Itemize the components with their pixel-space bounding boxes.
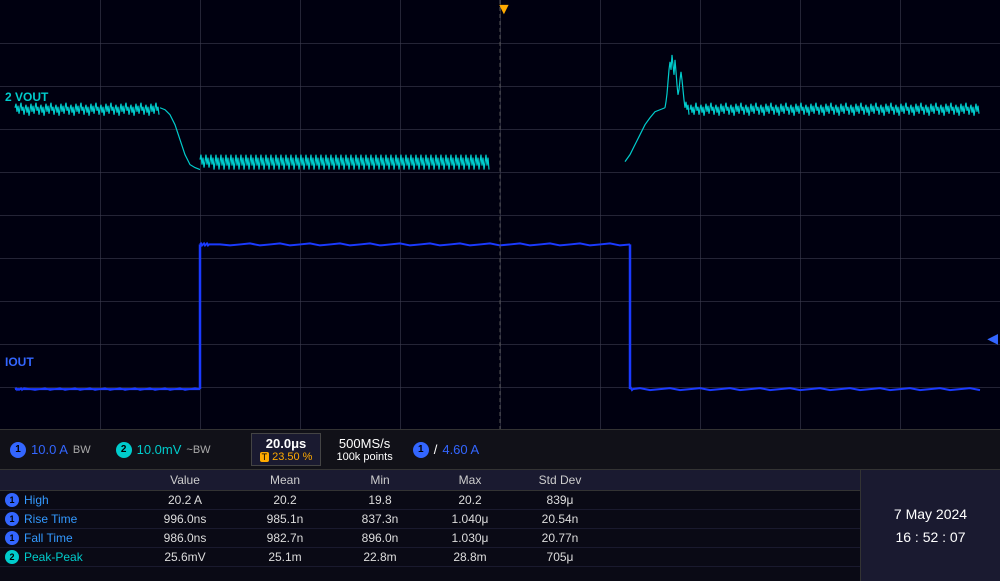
sample-info: 500MS/s 100k points (336, 436, 392, 463)
trigger-marker-text: ▼ (496, 1, 512, 18)
high-value: 20.2 A (135, 493, 235, 507)
stats-metric-rise: Rise Time (24, 512, 77, 526)
ch1-waveform-low-right (630, 388, 980, 390)
ch1-info: 1 10.0 A BW (10, 442, 91, 458)
datetime-display: 7 May 2024 16 : 52 : 07 (894, 503, 967, 548)
pp-value: 25.6mV (135, 550, 235, 564)
sample-rate: 500MS/s (339, 436, 390, 451)
high-stddev: 839μ (515, 493, 605, 507)
ch1-dot-fall: 1 (5, 531, 19, 545)
rise-mean: 985.1n (235, 512, 335, 526)
col-header-stddev: Std Dev (515, 473, 605, 487)
ch2-scale[interactable]: 10.0mV (137, 442, 182, 457)
time-div-info: 20.0μs T 23.50 % (251, 433, 322, 466)
stats-label-pp: 2 Peak-Peak (5, 550, 135, 564)
ch2-bw: ~BW (186, 444, 210, 456)
oscilloscope: ▼ 2 VOUT IOUT ◀ 1 10.0 A BW 2 10.0mV ~BW (0, 0, 1000, 581)
col-header-mean: Mean (235, 473, 335, 487)
date-line: 7 May 2024 (894, 503, 967, 525)
ch2-waveform-right (690, 103, 979, 116)
waveform-display: ▼ 2 VOUT IOUT ◀ (0, 0, 1000, 430)
stats-metric-pp: Peak-Peak (24, 550, 83, 564)
ch2-dot[interactable]: 2 (116, 442, 132, 458)
stats-label-fall: 1 Fall Time (5, 531, 135, 545)
pp-min: 22.8m (335, 550, 425, 564)
high-min: 19.8 (335, 493, 425, 507)
ch1-dot-rise: 1 (5, 512, 19, 526)
col-header-label (5, 473, 135, 487)
ch1-dot[interactable]: 1 (10, 442, 26, 458)
ch1-bw: BW (73, 444, 91, 456)
waveform-svg: ▼ (0, 0, 1000, 429)
ch1-coupling-info: 1 / 4.60 A (413, 442, 480, 458)
high-max: 20.2 (425, 493, 515, 507)
stats-row-pp: 2 Peak-Peak 25.6mV 25.1m 22.8m 28.8m 705… (0, 548, 860, 567)
ch1-position-arrow: ◀ (987, 330, 998, 347)
ch2-waveform-left (15, 103, 159, 116)
stats-row-fall: 1 Fall Time 986.0ns 982.7n 896.0n 1.030μ… (0, 529, 860, 548)
time-line: 16 : 52 : 07 (894, 526, 967, 548)
ch2-dot-pp: 2 (5, 550, 19, 564)
measure-readout: 4.60 A (442, 442, 479, 457)
col-header-value: Value (135, 473, 235, 487)
fall-min: 896.0n (335, 531, 425, 545)
stats-area: Value Mean Min Max Std Dev 1 High 20.2 A… (0, 470, 1000, 581)
col-header-max: Max (425, 473, 515, 487)
rise-stddev: 20.54n (515, 512, 605, 526)
info-bar: 1 10.0 A BW 2 10.0mV ~BW 20.0μs T 23.50 … (0, 430, 1000, 470)
ch2-waveform-mid (200, 155, 489, 170)
ch2-label: 2 VOUT (5, 90, 48, 104)
fall-stddev: 20.77n (515, 531, 605, 545)
pp-max: 28.8m (425, 550, 515, 564)
rise-max: 1.040μ (425, 512, 515, 526)
trigger-icon: T (260, 452, 270, 462)
stats-header: Value Mean Min Max Std Dev (0, 470, 860, 491)
coupling-symbol: / (434, 442, 438, 457)
col-header-min: Min (335, 473, 425, 487)
pp-mean: 25.1m (235, 550, 335, 564)
datetime-box: 7 May 2024 16 : 52 : 07 (860, 470, 1000, 581)
sample-points: 100k points (336, 451, 392, 463)
stats-table: Value Mean Min Max Std Dev 1 High 20.2 A… (0, 470, 860, 581)
rise-min: 837.3n (335, 512, 425, 526)
stats-label-rise: 1 Rise Time (5, 512, 135, 526)
stats-row-rise: 1 Rise Time 996.0ns 985.1n 837.3n 1.040μ… (0, 510, 860, 529)
fall-max: 1.030μ (425, 531, 515, 545)
ch1-label: IOUT (5, 355, 34, 369)
pp-stddev: 705μ (515, 550, 605, 564)
ch1-scale[interactable]: 10.0 A (31, 442, 68, 457)
ch1-coupling-dot[interactable]: 1 (413, 442, 429, 458)
rise-value: 996.0ns (135, 512, 235, 526)
stats-metric-high: High (24, 493, 49, 507)
ch1-waveform-high (200, 243, 630, 245)
stats-metric-fall: Fall Time (24, 531, 73, 545)
fall-value: 986.0ns (135, 531, 235, 545)
fall-mean: 982.7n (235, 531, 335, 545)
trigger-percent: T 23.50 % (260, 451, 313, 463)
stats-label-high: 1 High (5, 493, 135, 507)
stats-row-high: 1 High 20.2 A 20.2 19.8 20.2 839μ (0, 491, 860, 510)
high-mean: 20.2 (235, 493, 335, 507)
time-per-div: 20.0μs (266, 436, 307, 451)
ch2-info: 2 10.0mV ~BW (116, 442, 211, 458)
ch1-dot-high: 1 (5, 493, 19, 507)
